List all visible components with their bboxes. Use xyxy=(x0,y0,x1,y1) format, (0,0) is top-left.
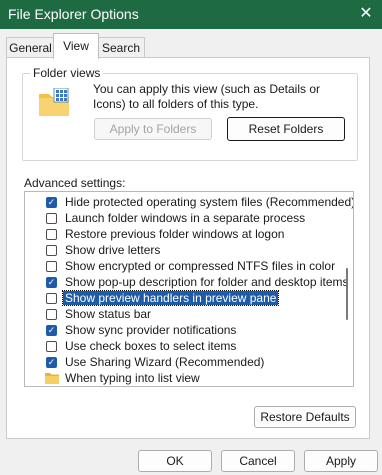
tab-general[interactable]: General xyxy=(6,37,55,58)
folder-icon xyxy=(45,373,59,384)
list-item-label: Launch folder windows in a separate proc… xyxy=(65,211,306,225)
list-item-label: Use Sharing Wizard (Recommended) xyxy=(65,355,265,369)
tab-search[interactable]: Search xyxy=(97,37,145,58)
ok-button[interactable]: OK xyxy=(138,450,212,472)
folder-grid-icon xyxy=(39,88,69,116)
apply-button[interactable]: Apply xyxy=(304,450,378,472)
checkbox[interactable]: ✓ xyxy=(46,356,57,368)
list-item-label: Hide protected operating system files (R… xyxy=(65,195,354,209)
scrollbar-thumb[interactable] xyxy=(346,268,348,320)
apply-to-folders-button[interactable]: Apply to Folders xyxy=(94,118,212,140)
restore-defaults-button[interactable]: Restore Defaults xyxy=(254,406,356,428)
list-item[interactable]: ✓ Show sync provider notifications xyxy=(25,322,335,338)
list-item-label: Show preview handlers in preview pane xyxy=(61,290,280,306)
checkbox[interactable] xyxy=(46,292,57,304)
list-item-label: Show encrypted or compressed NTFS files … xyxy=(65,259,336,273)
checkbox[interactable] xyxy=(46,260,57,272)
list-item[interactable]: When typing into list view xyxy=(25,370,335,386)
checkbox[interactable] xyxy=(46,228,57,240)
folder-views-legend: Folder views xyxy=(30,66,104,80)
list-item-label: When typing into list view xyxy=(65,371,200,385)
list-item-label: Restore previous folder windows at logon xyxy=(65,227,285,241)
list-item[interactable]: Show encrypted or compressed NTFS files … xyxy=(25,258,335,274)
list-item-selected[interactable]: Show preview handlers in preview pane xyxy=(25,290,335,306)
checkbox[interactable] xyxy=(46,308,57,320)
reset-folders-button[interactable]: Reset Folders xyxy=(227,117,345,141)
list-item[interactable]: ✓ Show pop-up description for folder and… xyxy=(25,274,349,290)
list-item-label: Show status bar xyxy=(65,307,152,321)
advanced-settings-list[interactable]: ✓ Hide protected operating system files … xyxy=(24,191,354,387)
title-bar: File Explorer Options ✕ xyxy=(0,0,382,29)
list-item[interactable]: Use check boxes to select items xyxy=(25,338,335,354)
list-item[interactable]: Launch folder windows in a separate proc… xyxy=(25,210,335,226)
list-item-label: Show pop-up description for folder and d… xyxy=(65,275,349,289)
window-title: File Explorer Options xyxy=(8,6,139,22)
list-item[interactable]: Show status bar xyxy=(25,306,335,322)
advanced-settings-label: Advanced settings: xyxy=(24,176,126,190)
list-item-label: Show sync provider notifications xyxy=(65,323,237,337)
tab-view[interactable]: View xyxy=(53,33,99,59)
list-item[interactable]: ✓ Use Sharing Wizard (Recommended) xyxy=(25,354,335,370)
checkbox[interactable] xyxy=(46,212,57,224)
list-item[interactable]: Restore previous folder windows at logon xyxy=(25,226,335,242)
close-icon[interactable]: ✕ xyxy=(354,3,378,25)
list-item-label: Use check boxes to select items xyxy=(65,339,237,353)
checkbox[interactable] xyxy=(46,244,57,256)
list-item-label: Show drive letters xyxy=(65,243,161,257)
scrollbar[interactable] xyxy=(343,194,351,384)
list-item[interactable]: Show drive letters xyxy=(25,242,335,258)
list-item[interactable]: ✓ Hide protected operating system files … xyxy=(25,194,353,210)
checkbox[interactable]: ✓ xyxy=(46,324,57,336)
folder-views-description: You can apply this view (such as Details… xyxy=(93,82,321,111)
cancel-button[interactable]: Cancel xyxy=(221,450,295,472)
checkbox[interactable]: ✓ xyxy=(46,196,57,208)
checkbox[interactable]: ✓ xyxy=(46,276,57,288)
checkbox[interactable] xyxy=(46,340,57,352)
